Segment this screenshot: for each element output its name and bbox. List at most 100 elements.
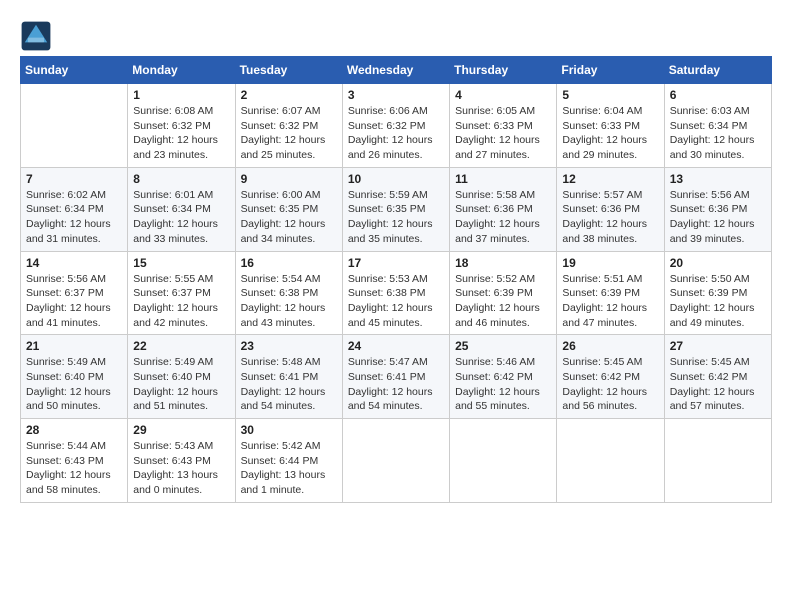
day-number: 15 xyxy=(133,256,229,270)
calendar-cell: 18 Sunrise: 5:52 AMSunset: 6:39 PMDaylig… xyxy=(450,251,557,335)
day-number: 1 xyxy=(133,88,229,102)
calendar-cell: 25 Sunrise: 5:46 AMSunset: 6:42 PMDaylig… xyxy=(450,335,557,419)
day-number: 2 xyxy=(241,88,337,102)
day-info: Sunrise: 5:58 AMSunset: 6:36 PMDaylight:… xyxy=(455,188,551,247)
day-number: 29 xyxy=(133,423,229,437)
calendar-cell: 7 Sunrise: 6:02 AMSunset: 6:34 PMDayligh… xyxy=(21,167,128,251)
day-info: Sunrise: 5:49 AMSunset: 6:40 PMDaylight:… xyxy=(26,355,122,414)
calendar-cell: 10 Sunrise: 5:59 AMSunset: 6:35 PMDaylig… xyxy=(342,167,449,251)
calendar-cell: 26 Sunrise: 5:45 AMSunset: 6:42 PMDaylig… xyxy=(557,335,664,419)
calendar-week-row: 21 Sunrise: 5:49 AMSunset: 6:40 PMDaylig… xyxy=(21,335,772,419)
weekday-header: Sunday xyxy=(21,57,128,84)
weekday-header: Thursday xyxy=(450,57,557,84)
day-number: 16 xyxy=(241,256,337,270)
day-number: 10 xyxy=(348,172,444,186)
day-info: Sunrise: 6:06 AMSunset: 6:32 PMDaylight:… xyxy=(348,104,444,163)
weekday-header: Wednesday xyxy=(342,57,449,84)
day-info: Sunrise: 5:50 AMSunset: 6:39 PMDaylight:… xyxy=(670,272,766,331)
day-number: 6 xyxy=(670,88,766,102)
calendar-cell xyxy=(664,419,771,503)
day-info: Sunrise: 5:53 AMSunset: 6:38 PMDaylight:… xyxy=(348,272,444,331)
day-info: Sunrise: 5:52 AMSunset: 6:39 PMDaylight:… xyxy=(455,272,551,331)
day-number: 7 xyxy=(26,172,122,186)
calendar-cell: 15 Sunrise: 5:55 AMSunset: 6:37 PMDaylig… xyxy=(128,251,235,335)
calendar-cell: 14 Sunrise: 5:56 AMSunset: 6:37 PMDaylig… xyxy=(21,251,128,335)
calendar-cell: 23 Sunrise: 5:48 AMSunset: 6:41 PMDaylig… xyxy=(235,335,342,419)
calendar-cell: 17 Sunrise: 5:53 AMSunset: 6:38 PMDaylig… xyxy=(342,251,449,335)
page-container: SundayMondayTuesdayWednesdayThursdayFrid… xyxy=(20,20,772,503)
day-info: Sunrise: 5:45 AMSunset: 6:42 PMDaylight:… xyxy=(670,355,766,414)
calendar-cell: 30 Sunrise: 5:42 AMSunset: 6:44 PMDaylig… xyxy=(235,419,342,503)
calendar-cell: 1 Sunrise: 6:08 AMSunset: 6:32 PMDayligh… xyxy=(128,84,235,168)
day-number: 22 xyxy=(133,339,229,353)
day-number: 12 xyxy=(562,172,658,186)
calendar-cell xyxy=(21,84,128,168)
calendar-cell: 12 Sunrise: 5:57 AMSunset: 6:36 PMDaylig… xyxy=(557,167,664,251)
calendar-week-row: 1 Sunrise: 6:08 AMSunset: 6:32 PMDayligh… xyxy=(21,84,772,168)
day-number: 28 xyxy=(26,423,122,437)
calendar-cell: 13 Sunrise: 5:56 AMSunset: 6:36 PMDaylig… xyxy=(664,167,771,251)
day-info: Sunrise: 6:08 AMSunset: 6:32 PMDaylight:… xyxy=(133,104,229,163)
day-number: 17 xyxy=(348,256,444,270)
day-info: Sunrise: 5:45 AMSunset: 6:42 PMDaylight:… xyxy=(562,355,658,414)
day-info: Sunrise: 6:07 AMSunset: 6:32 PMDaylight:… xyxy=(241,104,337,163)
calendar-cell: 11 Sunrise: 5:58 AMSunset: 6:36 PMDaylig… xyxy=(450,167,557,251)
calendar-cell: 24 Sunrise: 5:47 AMSunset: 6:41 PMDaylig… xyxy=(342,335,449,419)
day-info: Sunrise: 5:43 AMSunset: 6:43 PMDaylight:… xyxy=(133,439,229,498)
day-info: Sunrise: 6:02 AMSunset: 6:34 PMDaylight:… xyxy=(26,188,122,247)
weekday-header: Monday xyxy=(128,57,235,84)
calendar-cell: 28 Sunrise: 5:44 AMSunset: 6:43 PMDaylig… xyxy=(21,419,128,503)
day-info: Sunrise: 5:59 AMSunset: 6:35 PMDaylight:… xyxy=(348,188,444,247)
day-number: 9 xyxy=(241,172,337,186)
day-info: Sunrise: 6:03 AMSunset: 6:34 PMDaylight:… xyxy=(670,104,766,163)
day-info: Sunrise: 5:49 AMSunset: 6:40 PMDaylight:… xyxy=(133,355,229,414)
calendar-cell: 19 Sunrise: 5:51 AMSunset: 6:39 PMDaylig… xyxy=(557,251,664,335)
day-number: 4 xyxy=(455,88,551,102)
calendar-cell: 22 Sunrise: 5:49 AMSunset: 6:40 PMDaylig… xyxy=(128,335,235,419)
calendar-cell: 9 Sunrise: 6:00 AMSunset: 6:35 PMDayligh… xyxy=(235,167,342,251)
calendar-cell: 6 Sunrise: 6:03 AMSunset: 6:34 PMDayligh… xyxy=(664,84,771,168)
calendar-cell: 4 Sunrise: 6:05 AMSunset: 6:33 PMDayligh… xyxy=(450,84,557,168)
weekday-header-row: SundayMondayTuesdayWednesdayThursdayFrid… xyxy=(21,57,772,84)
calendar-cell xyxy=(450,419,557,503)
day-number: 30 xyxy=(241,423,337,437)
day-info: Sunrise: 5:44 AMSunset: 6:43 PMDaylight:… xyxy=(26,439,122,498)
calendar-cell: 16 Sunrise: 5:54 AMSunset: 6:38 PMDaylig… xyxy=(235,251,342,335)
calendar-cell: 21 Sunrise: 5:49 AMSunset: 6:40 PMDaylig… xyxy=(21,335,128,419)
day-info: Sunrise: 5:57 AMSunset: 6:36 PMDaylight:… xyxy=(562,188,658,247)
weekday-header: Tuesday xyxy=(235,57,342,84)
header xyxy=(20,20,772,52)
day-info: Sunrise: 5:51 AMSunset: 6:39 PMDaylight:… xyxy=(562,272,658,331)
calendar-cell xyxy=(342,419,449,503)
day-info: Sunrise: 6:00 AMSunset: 6:35 PMDaylight:… xyxy=(241,188,337,247)
day-info: Sunrise: 5:54 AMSunset: 6:38 PMDaylight:… xyxy=(241,272,337,331)
day-number: 21 xyxy=(26,339,122,353)
day-number: 3 xyxy=(348,88,444,102)
day-number: 5 xyxy=(562,88,658,102)
day-number: 13 xyxy=(670,172,766,186)
day-info: Sunrise: 5:56 AMSunset: 6:36 PMDaylight:… xyxy=(670,188,766,247)
day-number: 25 xyxy=(455,339,551,353)
day-number: 26 xyxy=(562,339,658,353)
calendar-table: SundayMondayTuesdayWednesdayThursdayFrid… xyxy=(20,56,772,503)
day-number: 23 xyxy=(241,339,337,353)
calendar-cell: 29 Sunrise: 5:43 AMSunset: 6:43 PMDaylig… xyxy=(128,419,235,503)
weekday-header: Friday xyxy=(557,57,664,84)
day-number: 20 xyxy=(670,256,766,270)
day-number: 18 xyxy=(455,256,551,270)
logo xyxy=(20,20,56,52)
calendar-cell: 5 Sunrise: 6:04 AMSunset: 6:33 PMDayligh… xyxy=(557,84,664,168)
day-info: Sunrise: 5:42 AMSunset: 6:44 PMDaylight:… xyxy=(241,439,337,498)
day-number: 19 xyxy=(562,256,658,270)
calendar-cell: 27 Sunrise: 5:45 AMSunset: 6:42 PMDaylig… xyxy=(664,335,771,419)
day-number: 24 xyxy=(348,339,444,353)
day-number: 8 xyxy=(133,172,229,186)
calendar-week-row: 28 Sunrise: 5:44 AMSunset: 6:43 PMDaylig… xyxy=(21,419,772,503)
logo-icon xyxy=(20,20,52,52)
day-number: 27 xyxy=(670,339,766,353)
calendar-week-row: 7 Sunrise: 6:02 AMSunset: 6:34 PMDayligh… xyxy=(21,167,772,251)
day-info: Sunrise: 6:04 AMSunset: 6:33 PMDaylight:… xyxy=(562,104,658,163)
day-info: Sunrise: 6:05 AMSunset: 6:33 PMDaylight:… xyxy=(455,104,551,163)
calendar-cell: 3 Sunrise: 6:06 AMSunset: 6:32 PMDayligh… xyxy=(342,84,449,168)
day-info: Sunrise: 5:55 AMSunset: 6:37 PMDaylight:… xyxy=(133,272,229,331)
